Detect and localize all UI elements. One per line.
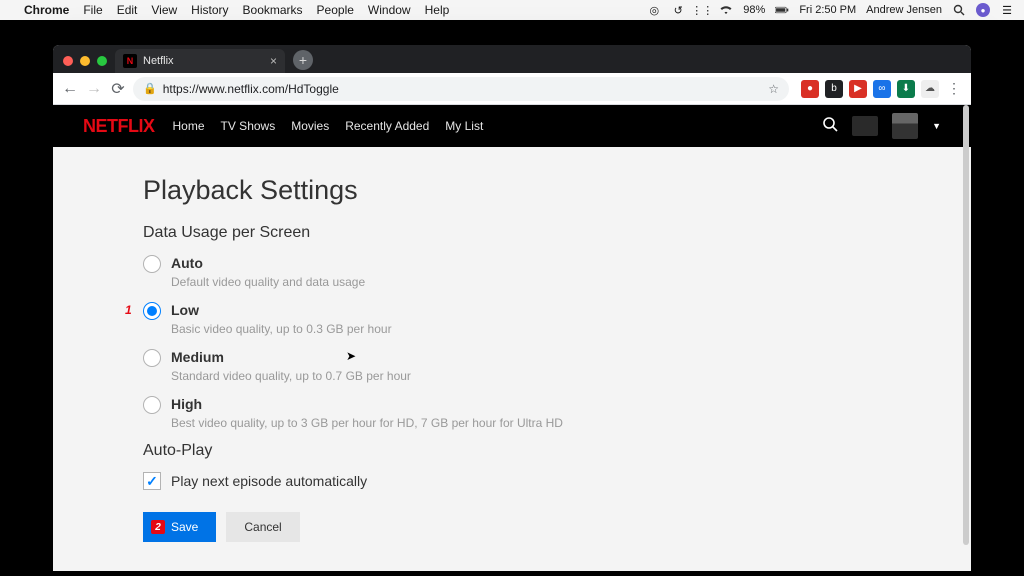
forward-button: → — [85, 80, 103, 98]
menubar-item[interactable]: File — [83, 3, 102, 17]
menubar-item[interactable]: Edit — [117, 3, 138, 17]
menubar-item[interactable]: View — [151, 3, 177, 17]
radio-input[interactable] — [143, 302, 161, 320]
address-bar[interactable]: 🔒 https://www.netflix.com/HdToggle ☆ — [133, 77, 789, 101]
screencast-icon[interactable]: ◎ — [647, 3, 661, 17]
annotation-badge: 2 — [151, 520, 165, 534]
url-text: https://www.netflix.com/HdToggle — [163, 82, 339, 96]
window-controls — [59, 56, 115, 73]
notifications-placeholder[interactable] — [852, 116, 878, 136]
option-desc: Basic video quality, up to 0.3 GB per ho… — [171, 322, 392, 336]
annotation-badge: 1 — [125, 303, 132, 317]
extension-icon[interactable]: ⬇ — [897, 80, 915, 98]
netflix-logo[interactable]: NETFLIX — [83, 116, 155, 137]
option-label: Auto — [171, 254, 365, 272]
settings-content: Playback Settings Data Usage per Screen … — [53, 147, 971, 542]
tab-favicon: N — [123, 54, 137, 68]
save-button[interactable]: 2 Save — [143, 512, 216, 542]
netflix-nav: Home TV Shows Movies Recently Added My L… — [173, 119, 484, 133]
window-minimize-button[interactable] — [80, 56, 90, 66]
spotlight-icon[interactable] — [952, 3, 966, 17]
menubar-item[interactable]: Bookmarks — [243, 3, 303, 17]
browser-tab[interactable]: N Netflix × — [115, 49, 285, 73]
scrollbar[interactable] — [963, 105, 969, 545]
timemachine-icon[interactable]: ↺ — [671, 3, 685, 17]
extensions-row: ● b ▶ ∞ ⬇ ☁ ⋮ — [795, 80, 963, 98]
section-label: Data Usage per Screen — [143, 224, 971, 242]
nav-link[interactable]: Movies — [291, 119, 329, 133]
new-tab-button[interactable]: + — [293, 50, 313, 70]
radio-input[interactable] — [143, 396, 161, 414]
autoplay-row[interactable]: Play next episode automatically — [143, 472, 971, 490]
tab-title: Netflix — [143, 55, 174, 67]
window-maximize-button[interactable] — [97, 56, 107, 66]
window-close-button[interactable] — [63, 56, 73, 66]
extension-icon[interactable]: ▶ — [849, 80, 867, 98]
reload-button[interactable]: ⟳ — [109, 80, 127, 98]
cancel-button[interactable]: Cancel — [226, 512, 299, 542]
nav-link[interactable]: Home — [173, 119, 205, 133]
option-low[interactable]: 1 Low Basic video quality, up to 0.3 GB … — [143, 301, 971, 336]
menubar-app[interactable]: Chrome — [24, 3, 69, 17]
option-desc: Default video quality and data usage — [171, 275, 365, 289]
menubar-item[interactable]: People — [317, 3, 354, 17]
tab-strip: N Netflix × + — [53, 45, 971, 73]
netflix-header: NETFLIX Home TV Shows Movies Recently Ad… — [53, 105, 971, 147]
button-row: 2 Save Cancel — [143, 512, 971, 542]
save-label: Save — [171, 520, 198, 534]
nav-link[interactable]: My List — [445, 119, 483, 133]
profile-avatar[interactable] — [892, 113, 918, 139]
menubar-item[interactable]: Help — [425, 3, 450, 17]
browser-toolbar: ← → ⟳ 🔒 https://www.netflix.com/HdToggle… — [53, 73, 971, 105]
cancel-label: Cancel — [244, 520, 281, 534]
nav-link[interactable]: Recently Added — [345, 119, 429, 133]
option-label: Medium — [171, 348, 411, 366]
option-auto[interactable]: Auto Default video quality and data usag… — [143, 254, 971, 289]
autoplay-label: Play next episode automatically — [171, 472, 367, 490]
option-medium[interactable]: Medium Standard video quality, up to 0.7… — [143, 348, 971, 383]
nav-link[interactable]: TV Shows — [221, 119, 276, 133]
option-desc: Standard video quality, up to 0.7 GB per… — [171, 369, 411, 383]
page-title: Playback Settings — [143, 175, 971, 206]
menubar-item[interactable]: History — [191, 3, 228, 17]
checkbox-input[interactable] — [143, 472, 161, 490]
wifi-icon[interactable] — [719, 3, 733, 17]
battery-text: 98% — [743, 4, 765, 16]
menubar-item[interactable]: Window — [368, 3, 411, 17]
bluetooth-icon[interactable]: ⋮⋮ — [695, 3, 709, 17]
extension-icon[interactable]: ☁ — [921, 80, 939, 98]
extension-icon[interactable]: b — [825, 80, 843, 98]
extension-icon[interactable]: ● — [801, 80, 819, 98]
option-desc: Best video quality, up to 3 GB per hour … — [171, 416, 563, 430]
option-high[interactable]: High Best video quality, up to 3 GB per … — [143, 395, 971, 430]
extension-icon[interactable]: ∞ — [873, 80, 891, 98]
radio-input[interactable] — [143, 349, 161, 367]
chrome-window: N Netflix × + ← → ⟳ 🔒 https://www.netfli… — [53, 45, 971, 571]
search-icon[interactable] — [822, 116, 838, 137]
video-letterbox: N Netflix × + ← → ⟳ 🔒 https://www.netfli… — [0, 20, 1024, 576]
section-label: Auto-Play — [143, 442, 971, 460]
siri-icon[interactable]: ● — [976, 3, 990, 17]
user-name[interactable]: Andrew Jensen — [866, 4, 942, 16]
option-label: High — [171, 395, 563, 413]
radio-input[interactable] — [143, 255, 161, 273]
page-body: NETFLIX Home TV Shows Movies Recently Ad… — [53, 105, 971, 571]
option-label: Low — [171, 301, 392, 319]
bookmark-star-icon[interactable]: ☆ — [768, 82, 779, 96]
battery-icon — [775, 3, 789, 17]
tab-close-icon[interactable]: × — [270, 54, 277, 68]
lock-icon[interactable]: 🔒 — [143, 82, 157, 95]
profile-caret-icon[interactable]: ▼ — [932, 121, 941, 131]
chrome-menu-button[interactable]: ⋮ — [945, 80, 963, 97]
clock[interactable]: Fri 2:50 PM — [799, 4, 856, 16]
back-button[interactable]: ← — [61, 80, 79, 98]
notification-center-icon[interactable]: ☰ — [1000, 3, 1014, 17]
mac-menubar: Chrome File Edit View History Bookmarks … — [0, 0, 1024, 20]
